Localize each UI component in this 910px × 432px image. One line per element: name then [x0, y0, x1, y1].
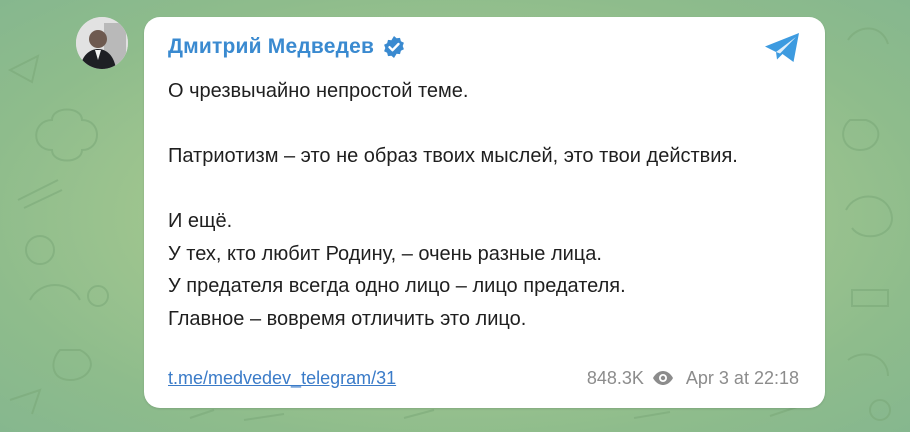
message-paragraph: О чрезвычайно непростой теме. — [168, 80, 469, 102]
post-date: Apr 3 at 22:18 — [685, 367, 799, 388]
avatar-photo — [76, 17, 128, 69]
verified-icon — [382, 35, 406, 59]
post-link[interactable]: t.me/medvedev_telegram/31 — [168, 368, 396, 389]
eye-icon — [652, 370, 674, 386]
message-paragraph: Патриотизм – это не образ твоих мыслей, … — [168, 145, 738, 167]
message-card: Дмитрий Медведев О чрезвычайно непростой… — [144, 17, 825, 408]
author-name[interactable]: Дмитрий Медведев — [168, 35, 374, 59]
view-count: 848.3K — [586, 367, 644, 388]
author-avatar[interactable] — [76, 17, 128, 69]
message-text: О чрезвычайно непростой теме. Патриотизм… — [168, 75, 798, 335]
post-header: Дмитрий Медведев — [168, 35, 406, 59]
telegram-icon[interactable] — [763, 31, 803, 65]
post-footer: t.me/medvedev_telegram/31 848.3K Apr 3 a… — [168, 364, 799, 392]
message-paragraph: И ещё. У тех, кто любит Родину, – очень … — [168, 210, 626, 330]
